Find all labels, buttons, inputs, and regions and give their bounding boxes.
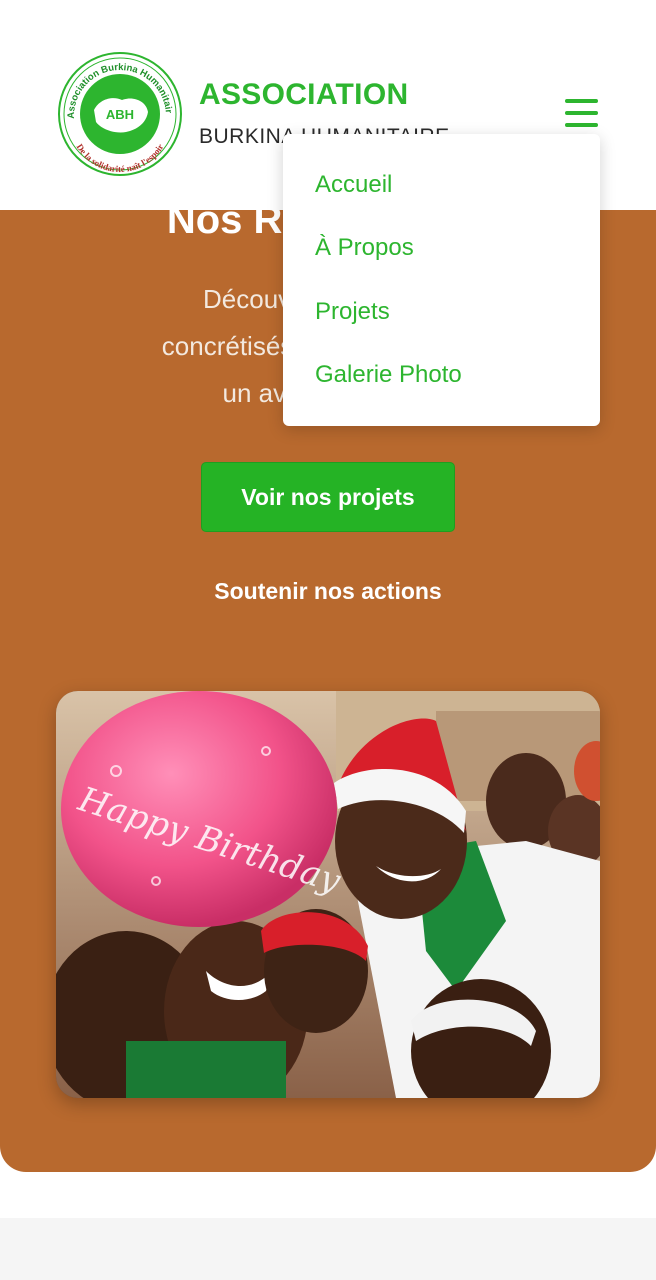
- support-actions-link[interactable]: Soutenir nos actions: [0, 578, 656, 605]
- next-section-strip: [0, 1218, 656, 1280]
- abh-logo[interactable]: Association Burkina Humanitaire De la so…: [53, 44, 184, 176]
- hamburger-menu-icon[interactable]: [562, 96, 600, 132]
- menu-bar: [565, 111, 598, 115]
- view-projects-button[interactable]: Voir nos projets: [201, 462, 455, 532]
- nav-item-projets[interactable]: Projets: [315, 298, 390, 326]
- nav-item-a-propos[interactable]: À Propos: [315, 234, 414, 262]
- nav-item-galerie-photo[interactable]: Galerie Photo: [315, 361, 462, 389]
- brand-title[interactable]: ASSOCIATION: [199, 78, 408, 112]
- nav-dropdown-menu: Accueil À Propos Projets Galerie Photo: [283, 134, 600, 426]
- hero-photo: Happy Birthday: [56, 691, 600, 1098]
- menu-bar: [565, 99, 598, 103]
- nav-item-accueil[interactable]: Accueil: [315, 171, 392, 199]
- menu-bar: [565, 123, 598, 127]
- logo-badge-text: ABH: [106, 107, 134, 122]
